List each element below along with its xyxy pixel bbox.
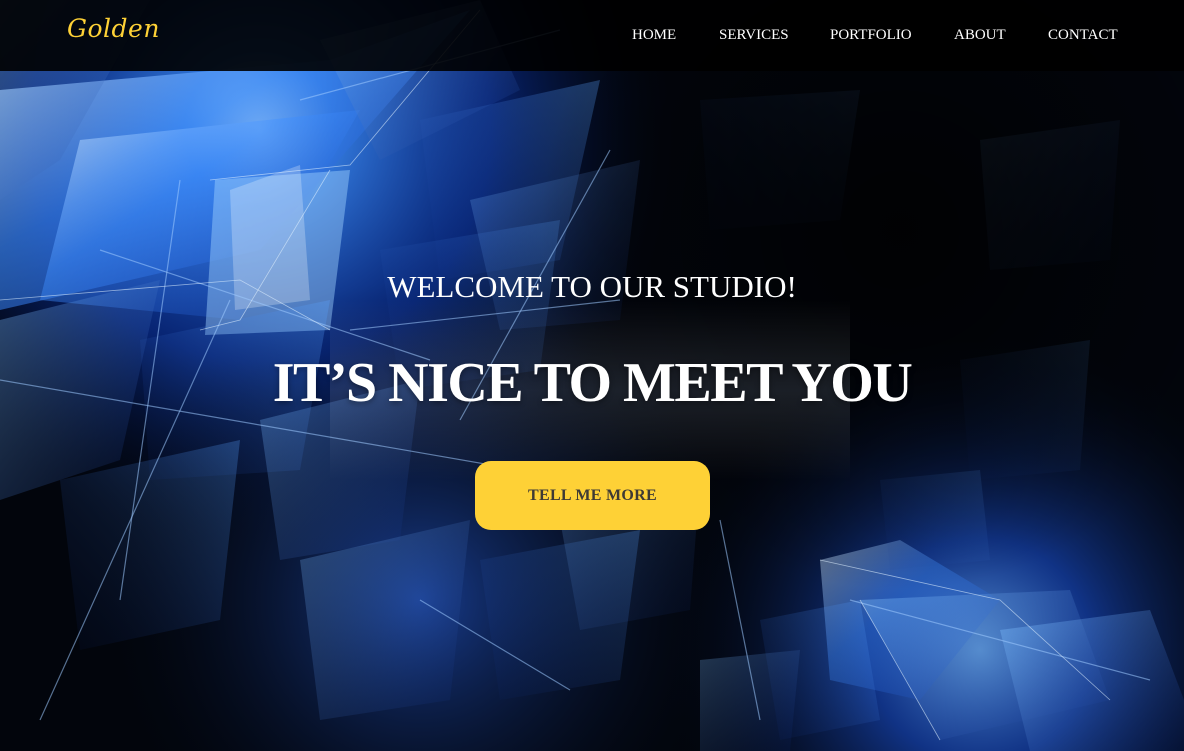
tell-me-more-button[interactable]: TELL ME MORE: [475, 461, 710, 530]
nav-link-services[interactable]: SERVICES: [719, 27, 789, 44]
intro-lead-in: WELCOME TO OUR STUDIO!: [387, 269, 797, 304]
intro-heading: IT’S NICE TO MEET YOU: [272, 352, 913, 414]
nav-link-contact[interactable]: CONTACT: [1048, 27, 1118, 44]
nav-link-portfolio[interactable]: PORTFOLIO: [830, 27, 912, 44]
top-navbar: Golden HOME SERVICES PORTFOLIO ABOUT CON…: [0, 0, 1184, 71]
landing-page: Golden HOME SERVICES PORTFOLIO ABOUT CON…: [0, 0, 1184, 751]
nav-link-home[interactable]: HOME: [632, 27, 676, 44]
nav-link-about[interactable]: ABOUT: [954, 27, 1006, 44]
brand-logo[interactable]: Golden: [67, 14, 160, 43]
